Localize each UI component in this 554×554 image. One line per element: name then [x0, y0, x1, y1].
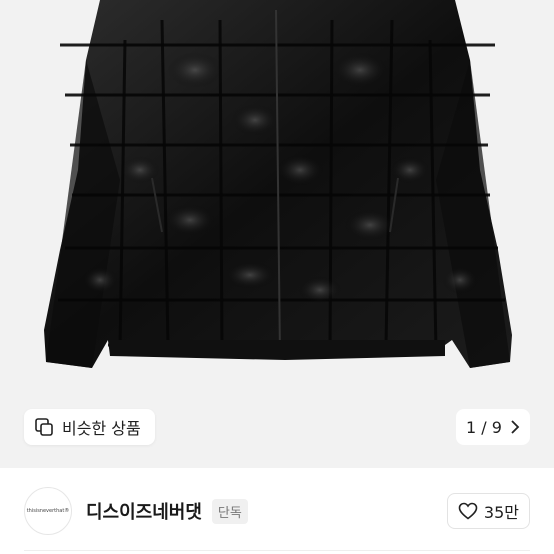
similar-products-label: 비슷한 상품 [62, 419, 141, 438]
seller-avatar[interactable]: thisisneverthat® [24, 487, 72, 535]
like-button[interactable]: 35만 [446, 493, 530, 529]
like-count: 35만 [483, 503, 519, 522]
similar-products-icon [35, 418, 53, 436]
image-page-indicator[interactable]: 1 / 9 [456, 409, 530, 445]
exclusive-badge: 단독 [211, 498, 248, 524]
puffer-jacket-image [44, 0, 512, 368]
divider [24, 550, 530, 551]
heart-icon [458, 502, 478, 520]
seller-avatar-logo: thisisneverthat® [26, 508, 70, 514]
page-counter: 1 / 9 [466, 417, 502, 437]
seller-name[interactable]: 디스이즈네버댓 [86, 498, 202, 524]
product-image[interactable]: 비슷한 상품 1 / 9 [0, 0, 554, 468]
seller-bar: thisisneverthat® 디스이즈네버댓 단독 35만 [0, 468, 554, 554]
chevron-right-icon [511, 420, 520, 434]
similar-products-button[interactable]: 비슷한 상품 [24, 409, 155, 445]
